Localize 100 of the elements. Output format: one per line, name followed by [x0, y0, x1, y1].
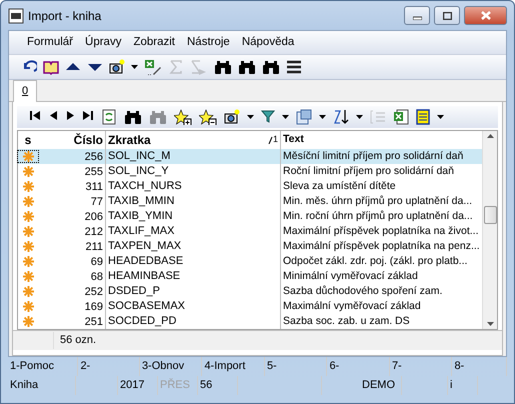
star-plus-button[interactable] [174, 109, 192, 125]
menu-item[interactable]: Zobrazit [127, 34, 181, 52]
table-cell: 252 [38, 284, 106, 299]
asterisk-icon [22, 316, 34, 327]
function-key[interactable]: 1-Pomoc [8, 357, 78, 376]
table-cell: TAXLIF_MAX [106, 224, 281, 239]
status-field: DEMO [322, 376, 402, 395]
camera-button[interactable] [109, 59, 125, 75]
columns-icon [296, 109, 312, 125]
window-title: Import - kniha [28, 8, 102, 24]
sigma-icon [168, 59, 184, 75]
asterisk-icon [22, 151, 34, 162]
star-minus-icon [199, 109, 217, 125]
function-key[interactable]: 6- [327, 357, 390, 376]
selected-row[interactable]: 256 SOL_INC_M Měsíční limitní příjem pro solidární daň [18, 149, 482, 164]
binoculars-button[interactable] [214, 59, 232, 75]
table-icon [416, 109, 430, 125]
function-key[interactable]: 2- [78, 357, 140, 376]
function-key[interactable]: 4-Import [202, 357, 265, 376]
table-cell: 256 [38, 149, 106, 164]
table-cell-text: Sazba důchodového spoření zam. [282, 284, 444, 299]
book-icon [43, 59, 59, 75]
sort-order: 1 [272, 133, 279, 146]
maximize-button[interactable] [434, 6, 460, 25]
menu-item[interactable]: Nástroje [181, 34, 236, 52]
binoculars-icon [238, 59, 256, 75]
table-cell-text: Min. měs. úhrn příjmů pro uplatnění da... [282, 194, 474, 209]
asterisk-icon [22, 166, 34, 177]
table-cell: TAXIB_MMIN [106, 194, 281, 209]
refresh-icon [101, 109, 117, 125]
spreadsheet-icon [393, 109, 409, 125]
menu-item[interactable]: Úpravy [79, 34, 128, 52]
table-cell: TAXIB_YMIN [106, 209, 281, 224]
table-cell: 206 [38, 209, 106, 224]
menu-item[interactable]: Nápověda [236, 34, 300, 52]
table-cell: 211 [38, 239, 106, 254]
binoculars-icon [262, 59, 280, 75]
tab[interactable]: 0 [13, 80, 38, 102]
asterisk-icon [22, 301, 34, 312]
status-field: 2017 [118, 376, 158, 395]
spreadsheet-button[interactable] [393, 109, 409, 125]
filter-button[interactable] [261, 109, 275, 125]
binoculars-icon [124, 109, 142, 125]
table-cell: 255 [38, 164, 106, 179]
star-minus-button[interactable] [199, 109, 217, 125]
list-icon [370, 109, 386, 125]
binoculars-button[interactable] [238, 59, 256, 75]
camera-icon [109, 59, 125, 75]
close-button[interactable] [464, 6, 507, 25]
sort-button[interactable] [333, 109, 349, 125]
table-cell: TAXPEN_MAX [106, 239, 281, 254]
menu-item[interactable]: Formulář [21, 34, 80, 52]
table-button[interactable] [416, 109, 430, 125]
asterisk-icon [22, 211, 34, 222]
star-plus-icon [174, 109, 192, 125]
menu-icon [286, 59, 302, 75]
menu-button[interactable] [286, 59, 302, 75]
asterisk-icon [22, 241, 34, 252]
table-cell-text: Měsíční limitní příjem pro solidární daň [282, 148, 464, 164]
table-cell: SOL_INC_Y [106, 164, 281, 179]
asterisk-icon [22, 226, 34, 237]
table-cell-text: Maximální příspěvek poplatníka na penz... [282, 238, 481, 254]
function-key[interactable]: 8- [452, 357, 507, 376]
book-button[interactable] [43, 59, 59, 75]
minimize-button[interactable] [404, 6, 430, 25]
table-cell-text: Min. roční úhrn příjmů pro uplatnění da... [282, 208, 474, 224]
status-field: Kniha [8, 376, 76, 395]
table-cell: 212 [38, 224, 106, 239]
table-cell: 69 [38, 254, 106, 269]
asterisk-icon [22, 286, 34, 297]
spreadsheet-pen-button[interactable] [144, 59, 162, 75]
status-field: PŘES [158, 376, 198, 395]
table-cell: SOCDED_PD [106, 314, 281, 329]
binoculars-button[interactable] [262, 59, 280, 75]
app-icon [8, 8, 24, 24]
scroll-up-icon [486, 134, 494, 138]
function-key[interactable]: 7- [390, 357, 452, 376]
sort-icon [333, 109, 349, 125]
table-cell: 251 [38, 314, 106, 329]
function-key[interactable]: 5- [264, 357, 328, 376]
columns-button[interactable] [296, 109, 312, 125]
camera-button[interactable] [224, 109, 240, 125]
refresh-button[interactable] [101, 109, 117, 125]
table-cell: 311 [38, 179, 106, 194]
binoculars-button[interactable] [124, 109, 142, 125]
table-cell-text: Sleva za umístění dítěte [282, 178, 397, 194]
table-cell-text: Maximální vyměřovací základ [282, 298, 422, 314]
table-cell: 77 [38, 194, 106, 209]
table-cell-text: Odpočet zákl. zdr. poj. (zákl. pro platb... [282, 254, 468, 269]
sigma-arrow-icon [190, 59, 208, 75]
binoculars-icon [214, 59, 232, 75]
table-cell-text: Roční limitní příjem pro solidární daň [282, 164, 455, 179]
asterisk-icon [22, 256, 34, 267]
scroll-down-icon [486, 322, 494, 326]
asterisk-icon [22, 181, 34, 192]
table-cell-text: Maximální příspěvek poplatníka na život... [282, 224, 480, 239]
sort-icon [268, 136, 273, 144]
status-field: 56 [198, 376, 238, 395]
table-cell-text: Minimální vyměřovací základ [282, 268, 419, 284]
function-key[interactable]: 3-Obnov [140, 357, 202, 376]
